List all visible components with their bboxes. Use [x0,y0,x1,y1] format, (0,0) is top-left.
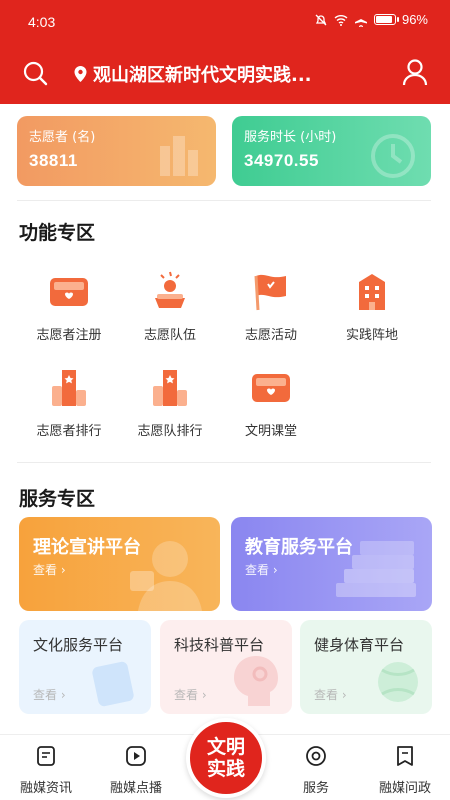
mute-icon [315,14,327,25]
play-icon [126,746,146,766]
divider [17,200,431,201]
nav-label: 融媒问政 [378,781,431,796]
func-label: 实践阵地 [345,328,398,343]
science-popularization-card[interactable]: 科技科普平台 查看 › [160,620,292,714]
nav-label: 融媒资讯 [19,781,72,796]
location-pin-icon [74,66,87,82]
theory-lecture-card[interactable]: 理论宣讲平台 查看 › [19,517,220,611]
people-illustration-icon [160,136,198,176]
service-circle-icon [306,746,326,766]
nav-service[interactable]: 服务 [281,745,351,796]
status-icons: 96% [314,12,428,27]
service-hours-card[interactable]: 服务时长 (小时) 34970.55 [232,116,431,186]
search-icon[interactable] [22,60,48,86]
func-label: 志愿活动 [244,328,297,343]
document-icon [37,746,55,766]
nav-media-vod[interactable]: 融媒点播 [101,745,171,796]
classroom-icon [252,374,290,402]
activity-flag-icon [254,274,286,311]
fitness-sports-card[interactable]: 健身体育平台 查看 › [300,620,432,714]
nav-media-news[interactable]: 融媒资讯 [11,745,81,796]
nav-media-inquiry[interactable]: 融媒问政 [370,745,440,796]
register-icon [50,278,88,306]
team-rank-icon [153,370,187,406]
card-view-more[interactable]: 查看 › [33,561,66,578]
func-volunteer-register[interactable]: 志愿者注册 [19,268,119,343]
func-label: 文明课堂 [244,424,297,439]
status-time: 4:03 [28,14,56,30]
functions-title: 功能专区 [19,222,96,244]
nav-label: 融媒点播 [109,781,162,796]
battery-percent: 96% [401,12,428,27]
location-selector[interactable]: 观山湖区新时代文明实践... [74,61,312,87]
nav-label: 服务 [302,781,329,796]
func-volunteer-activity[interactable]: 志愿活动 [221,268,321,343]
card-view-more[interactable]: 查看 › [245,561,278,578]
app-header: 4:03 96% 观山湖区新时代文明实践... [0,0,450,104]
building-icon [359,274,385,310]
func-volunteer-ranking[interactable]: 志愿者排行 [19,364,119,439]
card-view-more[interactable]: 查看 › [314,686,347,703]
func-civilization-class[interactable]: 文明课堂 [221,364,321,439]
wifi-icon [334,14,348,26]
func-label: 志愿者排行 [36,424,102,439]
center-button-label: 文明实践 [206,736,245,780]
card-title: 文化服务平台 [33,636,124,654]
card-view-more[interactable]: 查看 › [33,686,66,703]
airplane-icon [354,13,367,27]
func-label: 志愿队排行 [137,424,203,439]
func-team-ranking[interactable]: 志愿队排行 [120,364,220,439]
clock-illustration-icon [371,134,415,178]
culture-service-card[interactable]: 文化服务平台 查看 › [19,620,151,714]
func-label: 志愿者注册 [36,328,102,343]
education-service-card[interactable]: 教育服务平台 查看 › [231,517,432,611]
status-bar: 4:03 96% [0,0,450,40]
location-text: 观山湖区新时代文明实践... [93,65,312,86]
bookmark-icon [397,746,413,766]
volunteer-count-card[interactable]: 志愿者 (名) 38811 [17,116,216,186]
card-title: 健身体育平台 [314,636,405,654]
top-bar: 观山湖区新时代文明实践... [0,50,450,96]
brain-illustration-icon [234,656,278,706]
card-title: 教育服务平台 [245,537,353,558]
card-title: 理论宣讲平台 [33,537,141,558]
culture-illustration-icon [92,661,134,707]
user-icon[interactable] [402,58,428,86]
nav-civilization-practice[interactable]: 文明实践 [186,718,266,798]
card-view-more[interactable]: 查看 › [174,686,207,703]
battery-icon [373,14,399,25]
rank-icon [52,370,86,406]
func-practice-base[interactable]: 实践阵地 [322,268,422,343]
divider [17,462,431,463]
card-title: 科技科普平台 [174,636,265,654]
func-label: 志愿队伍 [143,328,196,343]
team-icon [155,271,185,308]
sports-illustration-icon [378,662,418,702]
services-title: 服务专区 [19,488,96,510]
func-volunteer-team[interactable]: 志愿队伍 [120,268,220,343]
